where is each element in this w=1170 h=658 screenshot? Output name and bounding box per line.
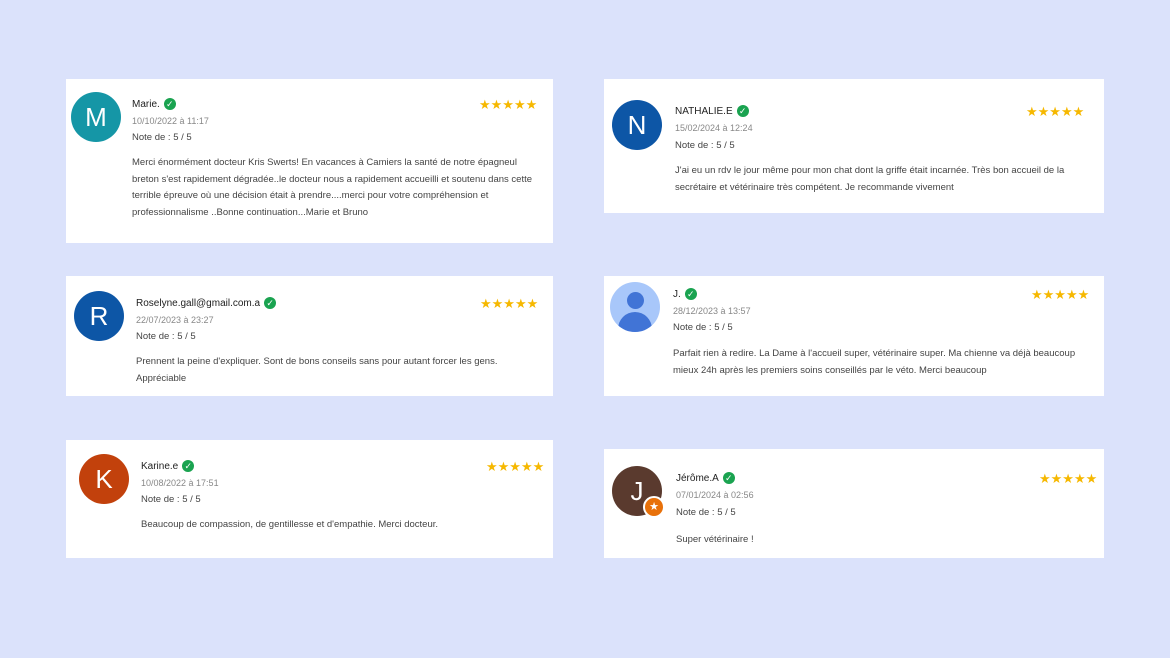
star-rating-icon: ★★★★★ <box>1031 287 1090 302</box>
star-rating-icon: ★★★★★ <box>480 296 539 311</box>
review-card: N NATHALIE.E ✓ 15/02/2024 à 12:24 Note de… <box>604 79 1104 213</box>
verified-check-icon: ✓ <box>163 98 176 110</box>
local-guide-star-icon: ★ <box>643 496 665 518</box>
review-card: M Marie. ✓ 10/10/2022 à 11:17 Note de : 5… <box>66 79 553 243</box>
reviewer-name: Jérôme.A ✓ <box>676 472 735 484</box>
review-text: Beaucoup de compassion, de gentillesse e… <box>141 519 439 530</box>
review-text: Parfait rien à redire. La Dame à l'accue… <box>673 348 1076 376</box>
avatar: R <box>74 291 124 341</box>
review-date: 10/10/2022 à 11:17 <box>132 116 209 126</box>
reviewer-name: Roselyne.gall@gmail.com.a ✓ <box>136 297 277 309</box>
review-date: 22/07/2023 à 23:27 <box>136 315 214 325</box>
review-text: J'ai eu un rdv le jour même pour mon cha… <box>675 165 1065 193</box>
star-rating-icon: ★★★★★ <box>1026 104 1085 119</box>
reviewer-name: NATHALIE.E ✓ <box>675 105 749 117</box>
review-date: 07/01/2024 à 02:56 <box>676 490 754 500</box>
verified-check-icon: ✓ <box>736 105 749 117</box>
avatar: K <box>79 454 129 504</box>
review-text: Merci énormément docteur Kris Swerts! En… <box>132 157 533 218</box>
review-card: R Roselyne.gall@gmail.com.a ✓ 22/07/2023 … <box>66 276 553 396</box>
default-user-avatar-icon <box>610 282 660 332</box>
review-card: J. ✓ 28/12/2023 à 13:57 Note de : 5 / 5 ★… <box>604 276 1104 396</box>
star-rating-icon: ★★★★★ <box>486 459 545 474</box>
review-rating-note: Note de : 5 / 5 <box>676 507 736 518</box>
star-rating-icon: ★★★★★ <box>479 97 538 112</box>
verified-check-icon: ✓ <box>182 460 195 472</box>
verified-check-icon: ✓ <box>684 288 697 300</box>
reviewer-name: Karine.e ✓ <box>141 460 195 472</box>
review-text: Prennent la peine d'expliquer. Sont de b… <box>136 356 498 384</box>
reviewer-name: Marie. ✓ <box>132 98 176 110</box>
review-date: 15/02/2024 à 12:24 <box>675 123 753 133</box>
avatar: J ★ <box>612 466 665 518</box>
review-card: J ★ Jérôme.A ✓ 07/01/2024 à 02:56 Note de… <box>604 449 1104 558</box>
verified-check-icon: ✓ <box>264 297 277 309</box>
review-date: 10/08/2022 à 17:51 <box>141 478 219 488</box>
star-rating-icon: ★★★★★ <box>1039 471 1098 486</box>
verified-check-icon: ✓ <box>722 472 735 484</box>
review-rating-note: Note de : 5 / 5 <box>675 140 735 151</box>
reviewer-name: J. ✓ <box>673 288 697 300</box>
review-rating-note: Note de : 5 / 5 <box>136 331 196 342</box>
review-date: 28/12/2023 à 13:57 <box>673 306 751 316</box>
review-rating-note: Note de : 5 / 5 <box>141 494 201 505</box>
review-text: Super vétérinaire ! <box>676 534 754 545</box>
review-card: K Karine.e ✓ 10/08/2022 à 17:51 Note de :… <box>66 440 553 558</box>
avatar: N <box>612 100 662 150</box>
review-rating-note: Note de : 5 / 5 <box>673 322 733 333</box>
review-rating-note: Note de : 5 / 5 <box>132 132 192 143</box>
avatar: M <box>71 92 121 142</box>
